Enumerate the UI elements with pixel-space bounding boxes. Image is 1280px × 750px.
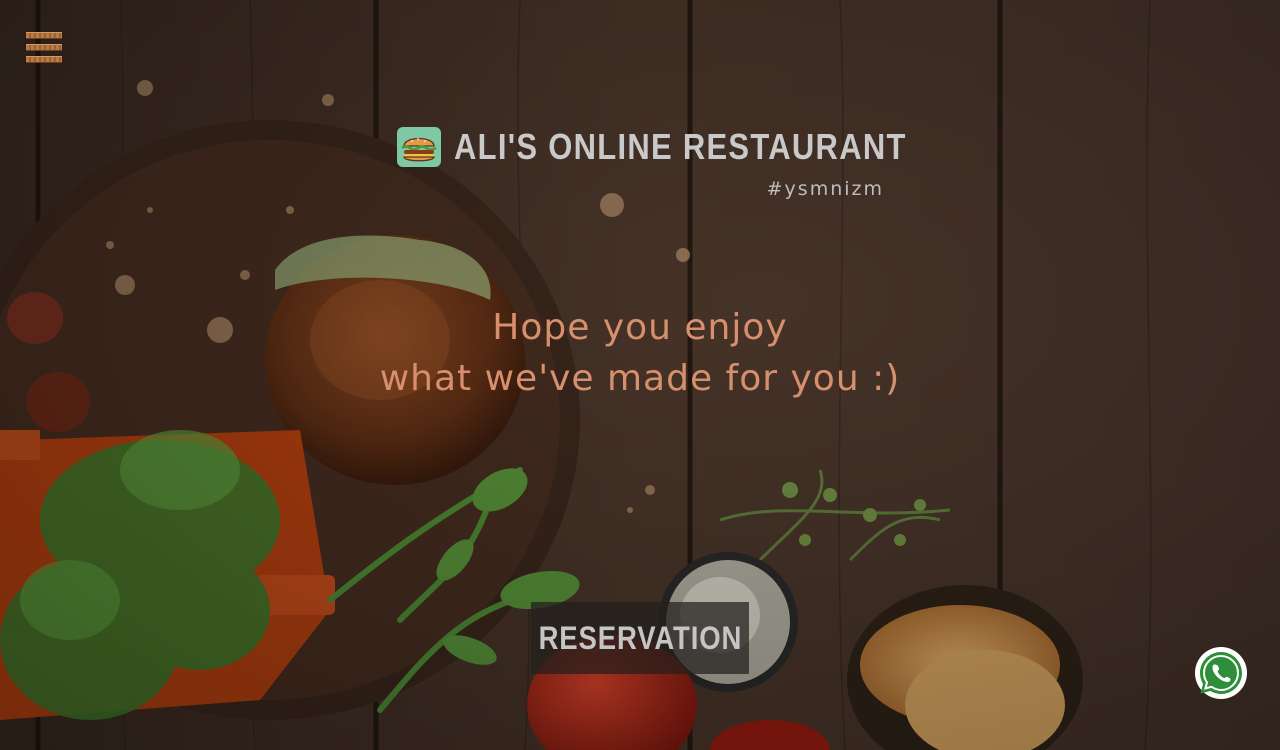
reservation-button-label: RESERVATION [538, 619, 742, 656]
hamburger-menu-icon[interactable] [24, 28, 64, 68]
site-title: ALI'S ONLINE RESTAURANT [454, 126, 907, 167]
reservation-button[interactable]: RESERVATION [531, 602, 749, 674]
brand-hashtag: #ysmnizm [766, 178, 884, 200]
hero-section: ALI'S ONLINE RESTAURANT #ysmnizm Hope yo… [0, 0, 1280, 750]
burger-icon [397, 127, 441, 167]
hero-tagline: Hope you enjoy what we've made for you :… [240, 302, 1040, 404]
tagline-line-1: Hope you enjoy [492, 307, 788, 348]
whatsapp-icon[interactable] [1194, 646, 1248, 700]
site-brand: ALI'S ONLINE RESTAURANT [396, 124, 980, 170]
tagline-line-2: what we've made for you :) [379, 358, 901, 399]
